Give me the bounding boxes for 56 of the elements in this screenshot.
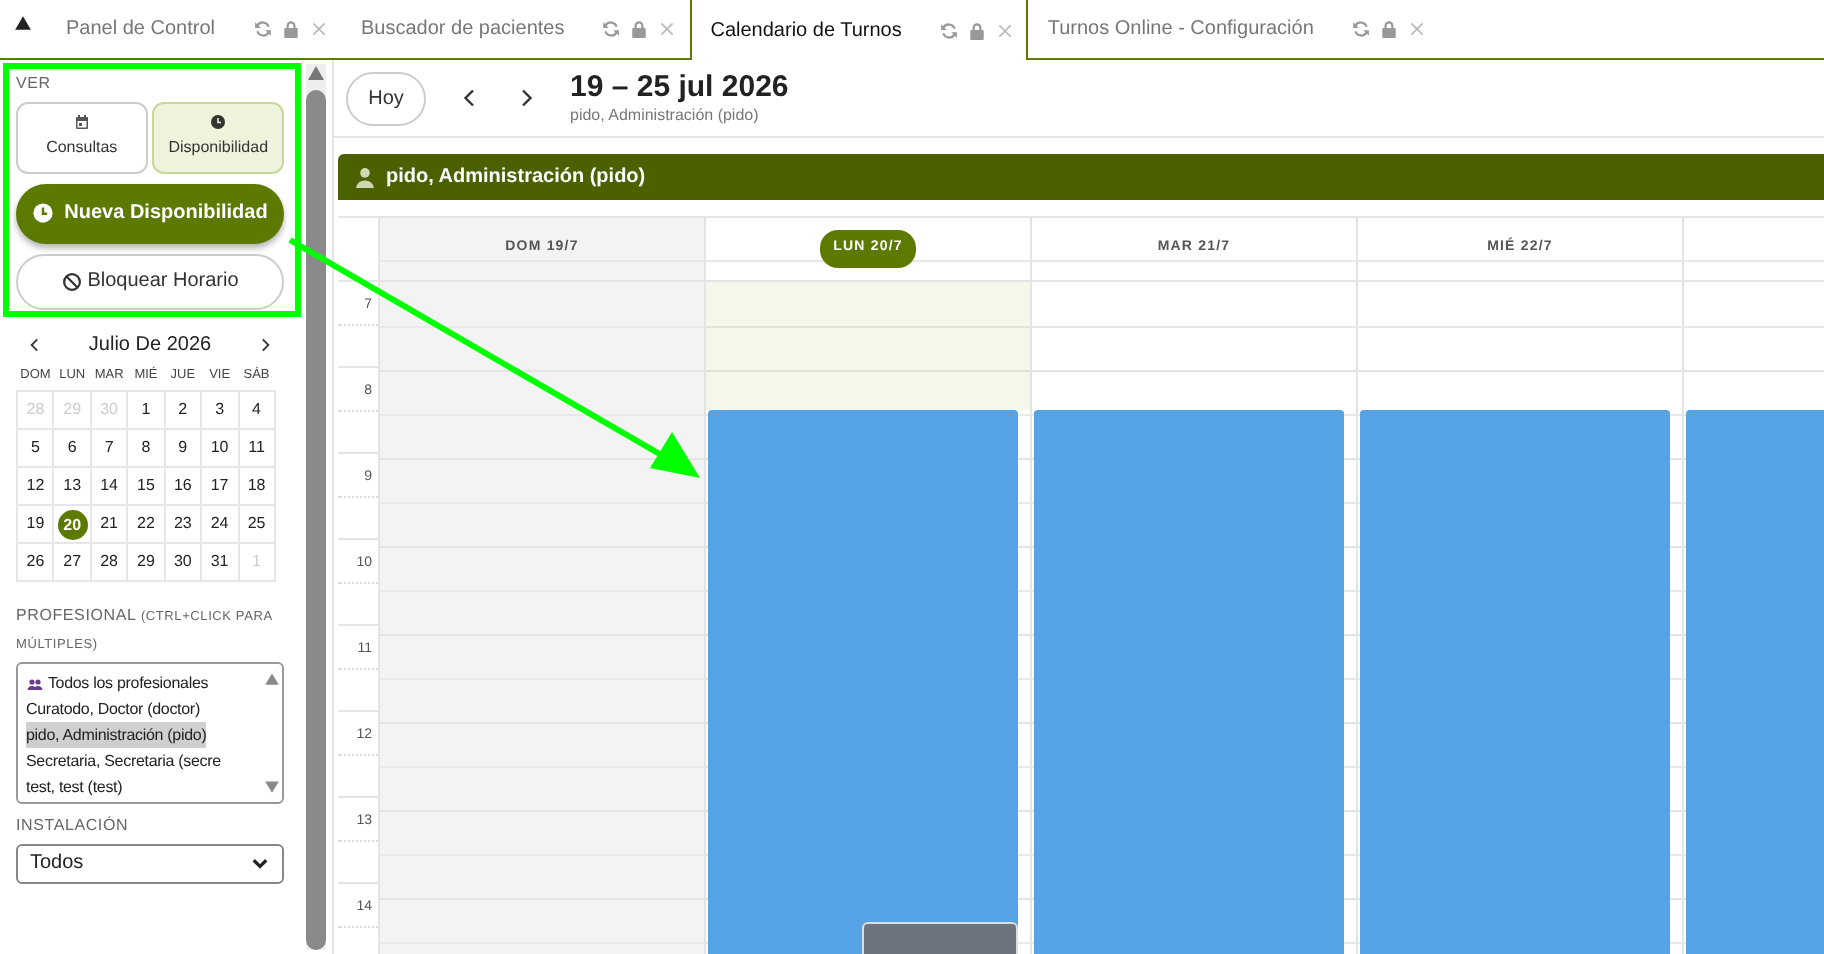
lock-icon[interactable] <box>1379 20 1398 38</box>
lock-icon[interactable] <box>967 21 986 39</box>
close-icon[interactable] <box>1407 20 1426 38</box>
tab[interactable]: Turnos Online - Configuración <box>1027 0 1440 58</box>
clock-icon <box>32 202 55 224</box>
field-label: INSTALACIÓN <box>16 814 131 838</box>
clock-icon <box>210 114 227 130</box>
scroll-up-icon[interactable] <box>308 66 324 80</box>
close-icon[interactable] <box>658 20 677 38</box>
date-range-title: 19 – 25 jul 2026 <box>570 69 789 103</box>
calendar-day[interactable]: 6 <box>67 437 77 455</box>
professional-listbox[interactable]: Todos los profesionales Curatodo, Doctor (doctor) pido, Administración (pido) Secretaria, Secretaria (secre test, test (test) <box>16 662 284 804</box>
list-option[interactable]: Secretaria, Secretaria (secre <box>26 748 221 774</box>
calendar-day[interactable]: 5 <box>30 437 40 455</box>
subtitle: pido, Administración (pido) <box>570 103 761 127</box>
tab[interactable]: Calendario de Turnos <box>690 0 1028 60</box>
tab[interactable]: Panel de Control <box>46 0 341 58</box>
list-option[interactable]: Curatodo, Doctor (doctor) <box>26 696 200 722</box>
calendar-day[interactable]: 2 <box>178 399 188 417</box>
calendar-day[interactable]: 20 <box>57 509 88 539</box>
calendar-day[interactable]: 4 <box>252 399 261 417</box>
resource-header: pido, Administración (pido) <box>338 154 1824 200</box>
list-option[interactable]: pido, Administración (pido) <box>26 722 207 748</box>
calendar-day[interactable]: 8 <box>141 437 151 455</box>
person-icon <box>354 166 376 188</box>
today-button[interactable]: Hoy <box>346 71 426 125</box>
scroll-down-icon[interactable] <box>261 778 281 796</box>
section-label: VER <box>16 72 53 96</box>
refresh-icon[interactable] <box>939 21 958 39</box>
view-toggle-button[interactable]: Consultas <box>16 101 148 173</box>
calendar-day[interactable]: 7 <box>104 437 114 455</box>
refresh-icon[interactable] <box>602 20 621 38</box>
lock-icon[interactable] <box>630 20 649 38</box>
prohibited-icon <box>61 271 82 291</box>
refresh-icon[interactable] <box>253 20 271 38</box>
tab[interactable]: Buscador de pacientes <box>341 0 691 58</box>
new-availability-button[interactable]: Nueva Disponibilidad <box>16 183 284 243</box>
scrollbar[interactable] <box>306 64 326 950</box>
calendar-icon <box>73 114 90 130</box>
calendar-day[interactable]: 1 <box>141 399 151 417</box>
chevron-down-icon <box>250 853 270 873</box>
calendar-day[interactable]: 3 <box>215 399 225 417</box>
month-title: Julio De 2026 <box>88 331 212 359</box>
people-icon <box>26 675 44 692</box>
list-option[interactable]: Todos los profesionales <box>26 670 209 696</box>
calendar-day[interactable]: 9 <box>178 437 188 455</box>
block-schedule-button[interactable]: Bloquear Horario <box>16 253 284 309</box>
installation-select[interactable]: Todos <box>16 843 284 883</box>
collapse-icon[interactable] <box>12 13 34 32</box>
scroll-up-icon[interactable] <box>261 670 281 688</box>
lock-icon[interactable] <box>281 20 299 38</box>
list-option[interactable]: test, test (test) <box>26 774 123 800</box>
close-icon[interactable] <box>995 21 1014 39</box>
view-toggle-button[interactable]: Disponibilidad <box>152 101 284 173</box>
refresh-icon[interactable] <box>1351 20 1370 38</box>
close-icon[interactable] <box>309 20 327 38</box>
